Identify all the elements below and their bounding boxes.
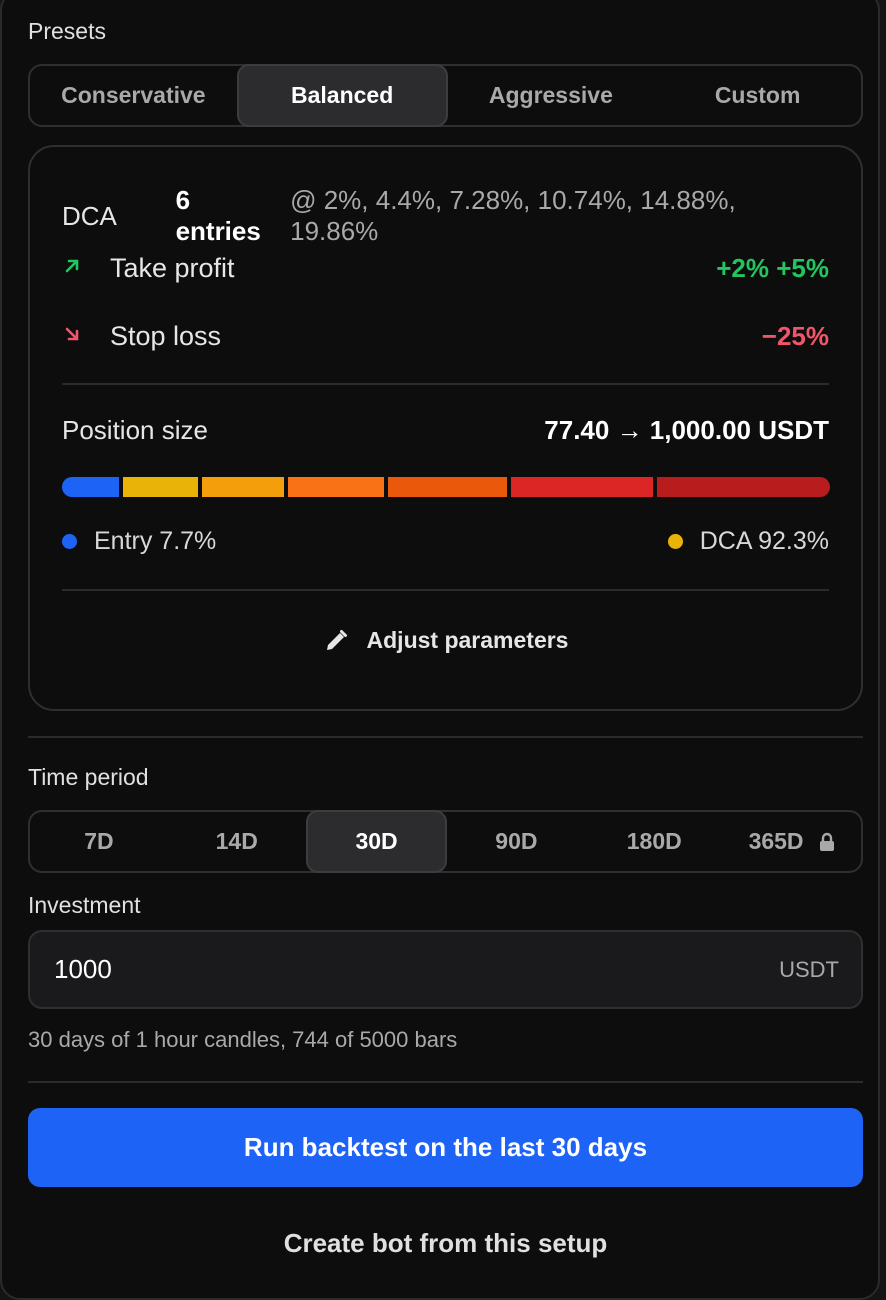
- pencil-icon: [326, 629, 347, 650]
- investment-unit: USDT: [779, 956, 839, 982]
- allocation-segment: [123, 477, 198, 497]
- dca-levels: @ 2%, 4.4%, 7.28%, 10.74%, 14.88%, 19.86…: [290, 185, 736, 246]
- allocation-legend: Entry 7.7% DCA 92.3%: [62, 527, 829, 556]
- entry-legend: Entry 7.7%: [62, 527, 216, 556]
- divider: [62, 589, 829, 591]
- position-size-row: Position size 77.40 → 1,000.00 USDT: [62, 415, 829, 446]
- take-profit-value: +2% +5%: [716, 253, 829, 283]
- period-7d[interactable]: 7D: [30, 810, 168, 873]
- run-backtest-button[interactable]: Run backtest on the last 30 days: [28, 1108, 863, 1187]
- period-90d[interactable]: 90D: [447, 810, 585, 873]
- entry-legend-dot: [62, 534, 77, 549]
- presets-label: Presets: [28, 18, 106, 44]
- investment-label: Investment: [28, 892, 141, 918]
- period-365d[interactable]: 365D: [723, 810, 861, 873]
- stop-loss-value: −25%: [761, 321, 829, 351]
- section-divider: [28, 1081, 863, 1083]
- adjust-parameters-button[interactable]: Adjust parameters: [30, 627, 861, 654]
- preset-aggressive[interactable]: Aggressive: [448, 64, 655, 127]
- preset-balanced[interactable]: Balanced: [236, 64, 448, 127]
- dca-legend: DCA 92.3%: [667, 527, 829, 556]
- create-bot-button[interactable]: Create bot from this setup: [28, 1218, 863, 1268]
- dca-legend-dot: [667, 534, 683, 549]
- section-divider: [28, 736, 863, 738]
- dca-entries-count: 6 entries: [175, 185, 261, 246]
- stop-loss-row: Stop loss −25%: [62, 321, 829, 352]
- time-period-label: Time period: [28, 764, 149, 790]
- allocation-segment: [656, 477, 830, 497]
- allocation-segment: [201, 477, 284, 497]
- stop-loss-label: Stop loss: [110, 321, 222, 351]
- arrow-up-right-icon: [62, 256, 110, 282]
- period-365d-label: 365D: [748, 828, 804, 854]
- entry-legend-label: Entry 7.7%: [94, 527, 217, 555]
- allocation-segment: [388, 477, 508, 497]
- preset-conservative[interactable]: Conservative: [30, 64, 237, 127]
- investment-input[interactable]: [52, 953, 780, 986]
- dca-legend-label: DCA 92.3%: [699, 527, 829, 555]
- adjust-parameters-label: Adjust parameters: [366, 627, 569, 653]
- dca-row: DCA 6 entries @ 2%, 4.4%, 7.28%, 10.74%,…: [62, 185, 829, 247]
- take-profit-row: Take profit +2% +5%: [62, 253, 829, 284]
- lock-icon: [819, 832, 834, 851]
- period-180d[interactable]: 180D: [585, 810, 723, 873]
- period-30d[interactable]: 30D: [305, 810, 448, 873]
- allocation-segment: [62, 477, 120, 497]
- preset-custom[interactable]: Custom: [654, 64, 861, 127]
- arrow-down-right-icon: [62, 324, 110, 350]
- divider: [62, 383, 829, 385]
- time-period-selector: 7D 14D 30D 90D 180D 365D: [28, 810, 863, 873]
- data-range-hint: 30 days of 1 hour candles, 744 of 5000 b…: [28, 1027, 458, 1052]
- position-size-label: Position size: [62, 415, 208, 445]
- dca-label: DCA: [62, 200, 117, 231]
- allocation-segment: [511, 477, 653, 497]
- strategy-summary-card: DCA 6 entries @ 2%, 4.4%, 7.28%, 10.74%,…: [28, 145, 863, 711]
- investment-field[interactable]: USDT: [28, 930, 863, 1009]
- allocation-bar: [62, 477, 830, 497]
- presets-selector: Conservative Balanced Aggressive Custom: [28, 64, 863, 127]
- take-profit-label: Take profit: [110, 253, 235, 283]
- period-14d[interactable]: 14D: [168, 810, 306, 873]
- allocation-segment: [287, 477, 385, 497]
- position-size-value: 77.40 → 1,000.00 USDT: [544, 415, 829, 445]
